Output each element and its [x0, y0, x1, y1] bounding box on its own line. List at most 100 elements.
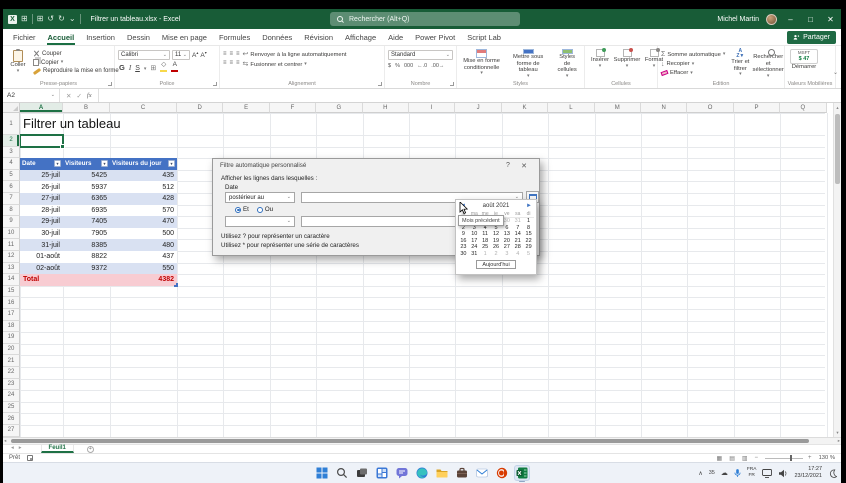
zoom-out-icon[interactable]: −: [755, 455, 761, 461]
file-explorer-icon[interactable]: [434, 465, 450, 481]
store-icon[interactable]: [454, 465, 470, 481]
edge-icon[interactable]: [414, 465, 430, 481]
table-cell[interactable]: 550: [110, 262, 177, 275]
align-top-button[interactable]: ≡: [223, 51, 227, 57]
table-cell[interactable]: 512: [110, 181, 177, 193]
vertical-scroll-thumb[interactable]: [835, 114, 840, 184]
dialog-launcher-icon[interactable]: [450, 82, 454, 86]
table-cell[interactable]: 27-juil: [20, 192, 63, 205]
row-header-24[interactable]: 24: [3, 390, 20, 402]
calendar-day[interactable]: 30: [458, 251, 469, 258]
font-size-select[interactable]: 11 ⌄: [172, 50, 190, 60]
calendar-day[interactable]: 15: [523, 231, 534, 238]
row-header-5[interactable]: 5: [3, 169, 20, 182]
grow-shrink-font[interactable]: A▴ A▾: [192, 50, 207, 59]
calendar-day[interactable]: 25: [480, 244, 491, 251]
calendar-day[interactable]: 12: [491, 231, 502, 238]
dialog-launcher-icon[interactable]: [378, 82, 382, 86]
column-header-f[interactable]: F: [269, 103, 317, 113]
select-all-corner[interactable]: [3, 103, 20, 113]
insert-cells-button[interactable]: Insérer ▾: [588, 48, 612, 80]
row-header-13[interactable]: 13: [3, 262, 20, 275]
calendar-day[interactable]: 17: [469, 238, 480, 245]
table-cell[interactable]: 7905: [63, 227, 110, 240]
calendar-day[interactable]: 23: [458, 244, 469, 251]
menu-tab-insertion[interactable]: Insertion: [80, 29, 121, 45]
filter-dropdown-button[interactable]: ▾: [168, 160, 175, 168]
calendar-day[interactable]: 4: [512, 251, 523, 258]
table-cell[interactable]: 01-août: [20, 250, 63, 263]
menu-tab-aide[interactable]: Aide: [382, 29, 409, 45]
font-color-button[interactable]: A: [171, 61, 179, 72]
align-middle-button[interactable]: ≡: [230, 51, 234, 57]
zoom-in-icon[interactable]: +: [808, 455, 814, 461]
calendar-day[interactable]: 9: [458, 231, 469, 238]
scroll-down-icon[interactable]: ▾: [834, 428, 841, 437]
calendar-day[interactable]: 31: [512, 218, 523, 225]
column-header-a[interactable]: A: [20, 103, 63, 113]
table-total-cell[interactable]: Total: [20, 274, 63, 286]
table-cell[interactable]: 435: [110, 169, 177, 182]
calendar-day[interactable]: 1: [523, 218, 534, 225]
comma-style-button[interactable]: 000: [404, 63, 413, 69]
align-bottom-button[interactable]: ≡: [236, 51, 240, 57]
vertical-scrollbar[interactable]: ▴ ▾: [833, 103, 841, 437]
row-header-15[interactable]: 15: [3, 285, 20, 298]
excel-taskbar-icon[interactable]: [514, 465, 530, 482]
fill-color-button[interactable]: ◇: [160, 61, 168, 72]
accessibility-icon[interactable]: [27, 455, 34, 461]
table-cell[interactable]: 8822: [63, 250, 110, 263]
delete-cells-button[interactable]: Supprimer ▾: [614, 48, 640, 80]
page-break-view-button[interactable]: ▥: [742, 455, 750, 462]
format-as-table-button[interactable]: Mettre sous forme de tableau ▾: [506, 48, 550, 80]
calendar-day[interactable]: 27: [501, 244, 512, 251]
operator-select-1[interactable]: postérieur au ⌄: [225, 192, 295, 203]
row-header-14[interactable]: 14: [3, 274, 20, 286]
underline-dropdown-icon[interactable]: ▾: [144, 66, 147, 72]
borders-button[interactable]: ⊞: [150, 65, 156, 72]
column-header-l[interactable]: L: [548, 103, 595, 113]
table-cell[interactable]: 480: [110, 239, 177, 251]
dialog-launcher-icon[interactable]: [213, 82, 217, 86]
user-avatar[interactable]: [766, 13, 777, 25]
menu-tab-mise-en-page[interactable]: Mise en page: [156, 29, 213, 45]
task-view-icon[interactable]: [354, 465, 370, 481]
calendar-day[interactable]: 19: [491, 238, 502, 245]
calendar-day[interactable]: 2: [491, 251, 502, 258]
wrap-text-button[interactable]: ↩ Renvoyer à la ligne automatiquement: [243, 51, 347, 58]
redo-icon[interactable]: ↻: [58, 15, 65, 23]
start-button[interactable]: [314, 465, 330, 481]
close-button[interactable]: ✕: [824, 12, 837, 26]
table-cell[interactable]: 29-juil: [20, 216, 63, 228]
excel-app-icon[interactable]: X: [8, 14, 17, 24]
calendar-day[interactable]: 29: [523, 244, 534, 251]
new-sheet-button[interactable]: +: [86, 445, 94, 453]
row-header-19[interactable]: 19: [3, 332, 20, 344]
align-right-button[interactable]: ≡: [236, 60, 240, 66]
next-month-button[interactable]: ►: [526, 203, 532, 209]
percent-button[interactable]: %: [395, 63, 400, 69]
accounting-format-button[interactable]: $: [388, 63, 391, 69]
column-header-n[interactable]: N: [641, 103, 688, 113]
scroll-up-icon[interactable]: ▴: [834, 103, 841, 112]
table-cell[interactable]: 8385: [63, 239, 110, 251]
row-header-8[interactable]: 8: [3, 204, 20, 217]
menu-tab-affichage[interactable]: Affichage: [339, 29, 382, 45]
calendar-day[interactable]: 10: [469, 231, 480, 238]
row-header-27[interactable]: 27: [3, 425, 20, 437]
sheet-tab-feuil1[interactable]: Feuil1: [40, 445, 74, 453]
hidden-icons-button[interactable]: ∧: [698, 470, 702, 477]
column-header-c[interactable]: C: [110, 103, 177, 113]
table-cell[interactable]: 5937: [63, 181, 110, 193]
microphone-icon[interactable]: [734, 468, 741, 478]
zoom-slider[interactable]: [765, 455, 804, 461]
operator-select-2[interactable]: ⌄: [225, 216, 295, 227]
table-cell[interactable]: 6935: [63, 204, 110, 217]
row-header-9[interactable]: 9: [3, 216, 20, 228]
row-header-18[interactable]: 18: [3, 320, 20, 333]
table-cell[interactable]: 5425: [63, 169, 110, 182]
calendar-day[interactable]: 31: [469, 251, 480, 258]
worksheet-grid[interactable]: ABCDEFGHIJKLMNOPQ 1 2 3 4 5 6 7 8 9 10 11 12 13 14 15 1…: [3, 103, 841, 437]
table-cell[interactable]: 02-août: [20, 262, 63, 275]
row-header-3[interactable]: 3: [3, 146, 20, 159]
